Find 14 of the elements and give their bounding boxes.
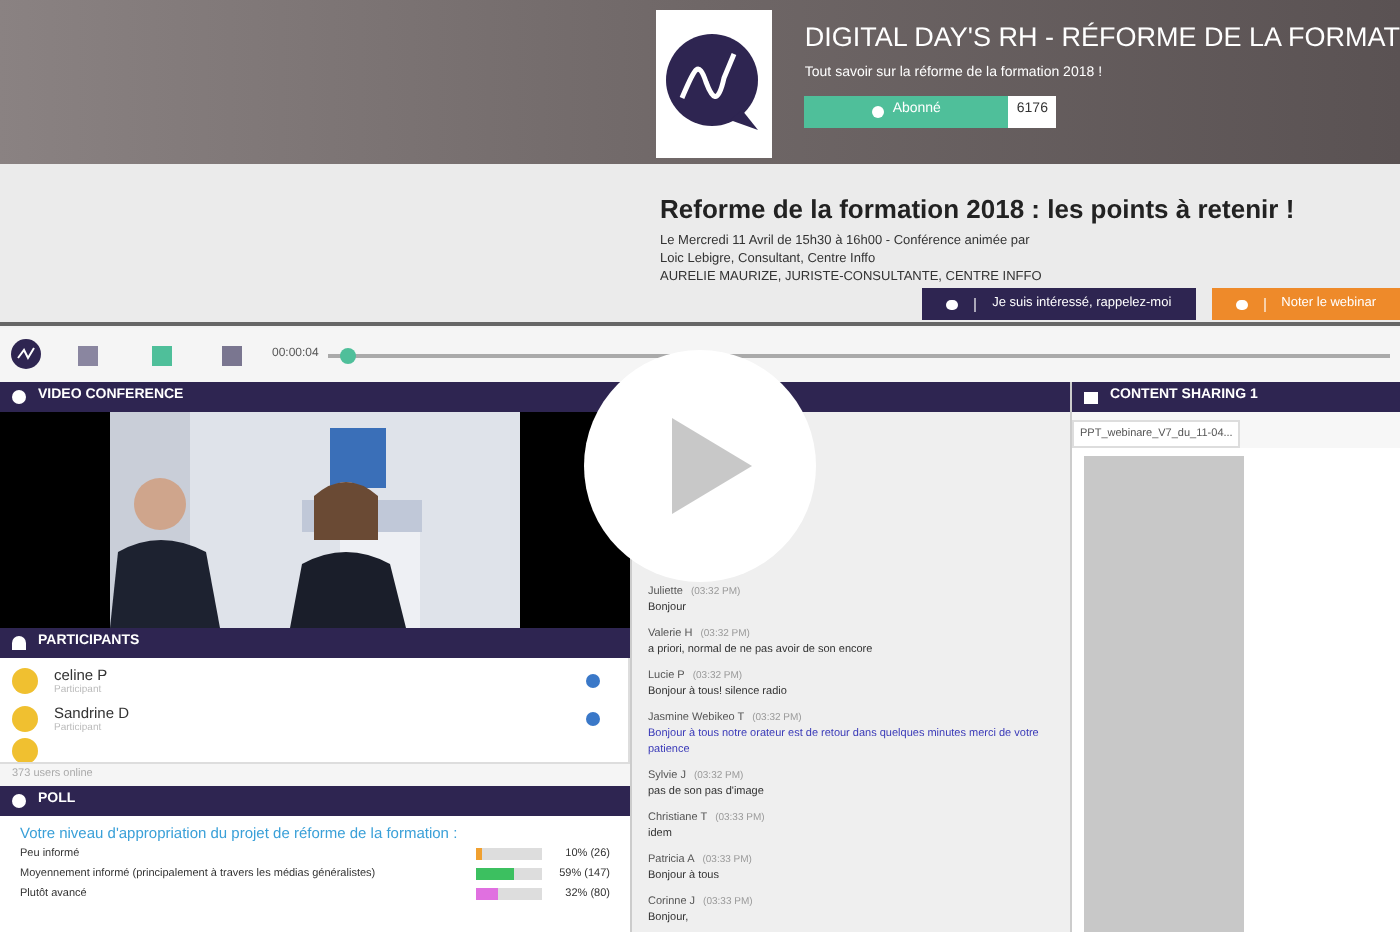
event-title: Reforme de la formation 2018 : les points à retenir ! [660,194,1297,226]
chat-icon [946,299,959,309]
channel-title: DIGITAL DAY'S RH - RÉFORME DE LA FORMAT [804,20,1400,56]
avatar-icon [12,668,38,694]
info-icon[interactable] [586,674,600,688]
logo-icon[interactable] [10,338,44,372]
check-icon [872,105,885,117]
avatar-icon [12,706,38,732]
person-icon [12,636,26,650]
play-button[interactable] [584,350,816,582]
info-icon[interactable] [586,712,600,726]
progress-thumb[interactable] [339,347,356,363]
avatar-icon [12,738,38,762]
stop-icon[interactable] [222,345,242,365]
